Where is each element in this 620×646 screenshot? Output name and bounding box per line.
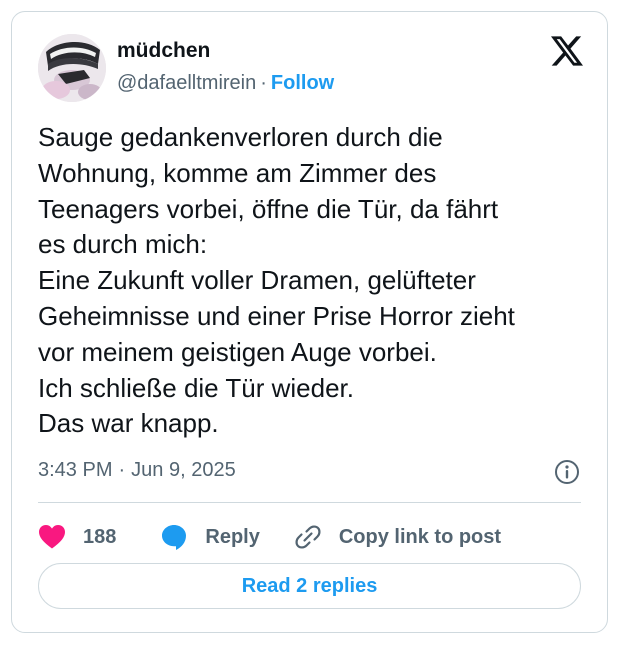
follow-button[interactable]: Follow <box>271 72 334 94</box>
like-button[interactable]: 188 <box>38 524 116 550</box>
post-text-line: Eine Zukunft voller Dramen, gelüfteter <box>38 265 476 296</box>
post-text-line: Geheimnisse und einer Prise Horror zieht <box>38 300 515 331</box>
copy-link-label: Copy link to post <box>338 525 502 548</box>
speech-bubble-icon <box>162 525 187 550</box>
avatar[interactable] <box>38 34 106 102</box>
author-display-name[interactable]: müdchen <box>117 39 210 63</box>
post-text-line: Das war knapp. <box>38 408 219 439</box>
post-text-line: Ich schließe die Tür wieder. <box>38 372 354 403</box>
author-handle[interactable]: @dafaelltmirein <box>117 72 256 94</box>
like-count: 188 <box>83 525 117 548</box>
read-replies-label: Read 2 replies <box>241 574 378 597</box>
post-text-line: vor meinem geistigen Auge vorbei. <box>38 336 437 367</box>
action-bar: 188 Reply Copy link to post <box>38 517 501 557</box>
post-text-line: Teenagers vorbei, öffne die Tür, da fähr… <box>38 193 499 224</box>
post-text-line: Sauge gedankenverloren durch die <box>38 122 443 152</box>
x-logo-icon[interactable] <box>551 36 583 66</box>
link-icon <box>295 525 321 549</box>
post-date: Jun 9, 2025 <box>131 459 236 481</box>
reply-button[interactable]: Reply <box>160 523 260 551</box>
handle-separator: · <box>260 72 267 94</box>
post-timestamp[interactable]: 3:43 PM · Jun 9, 2025 <box>38 459 236 482</box>
divider <box>38 502 581 503</box>
info-icon[interactable] <box>554 459 580 485</box>
post-text-line: Wohnung, komme am Zimmer des <box>38 157 437 188</box>
read-replies-button[interactable]: Read 2 replies <box>38 563 581 609</box>
post-text: Sauge gedankenverloren durch die Wohnung… <box>38 120 598 442</box>
author-handle-row: @dafaelltmirein · Follow <box>117 72 334 95</box>
post-text-line: es durch mich: <box>38 229 208 260</box>
reply-label: Reply <box>205 525 260 548</box>
timestamp-separator: · <box>118 459 126 481</box>
heart-icon <box>39 525 65 549</box>
embedded-post-card: müdchen @dafaelltmirein · Follow Sauge ged… <box>11 11 608 633</box>
post-time: 3:43 PM <box>38 459 113 481</box>
copy-link-button[interactable]: Copy link to post <box>294 523 501 551</box>
avatar-image <box>38 34 106 102</box>
